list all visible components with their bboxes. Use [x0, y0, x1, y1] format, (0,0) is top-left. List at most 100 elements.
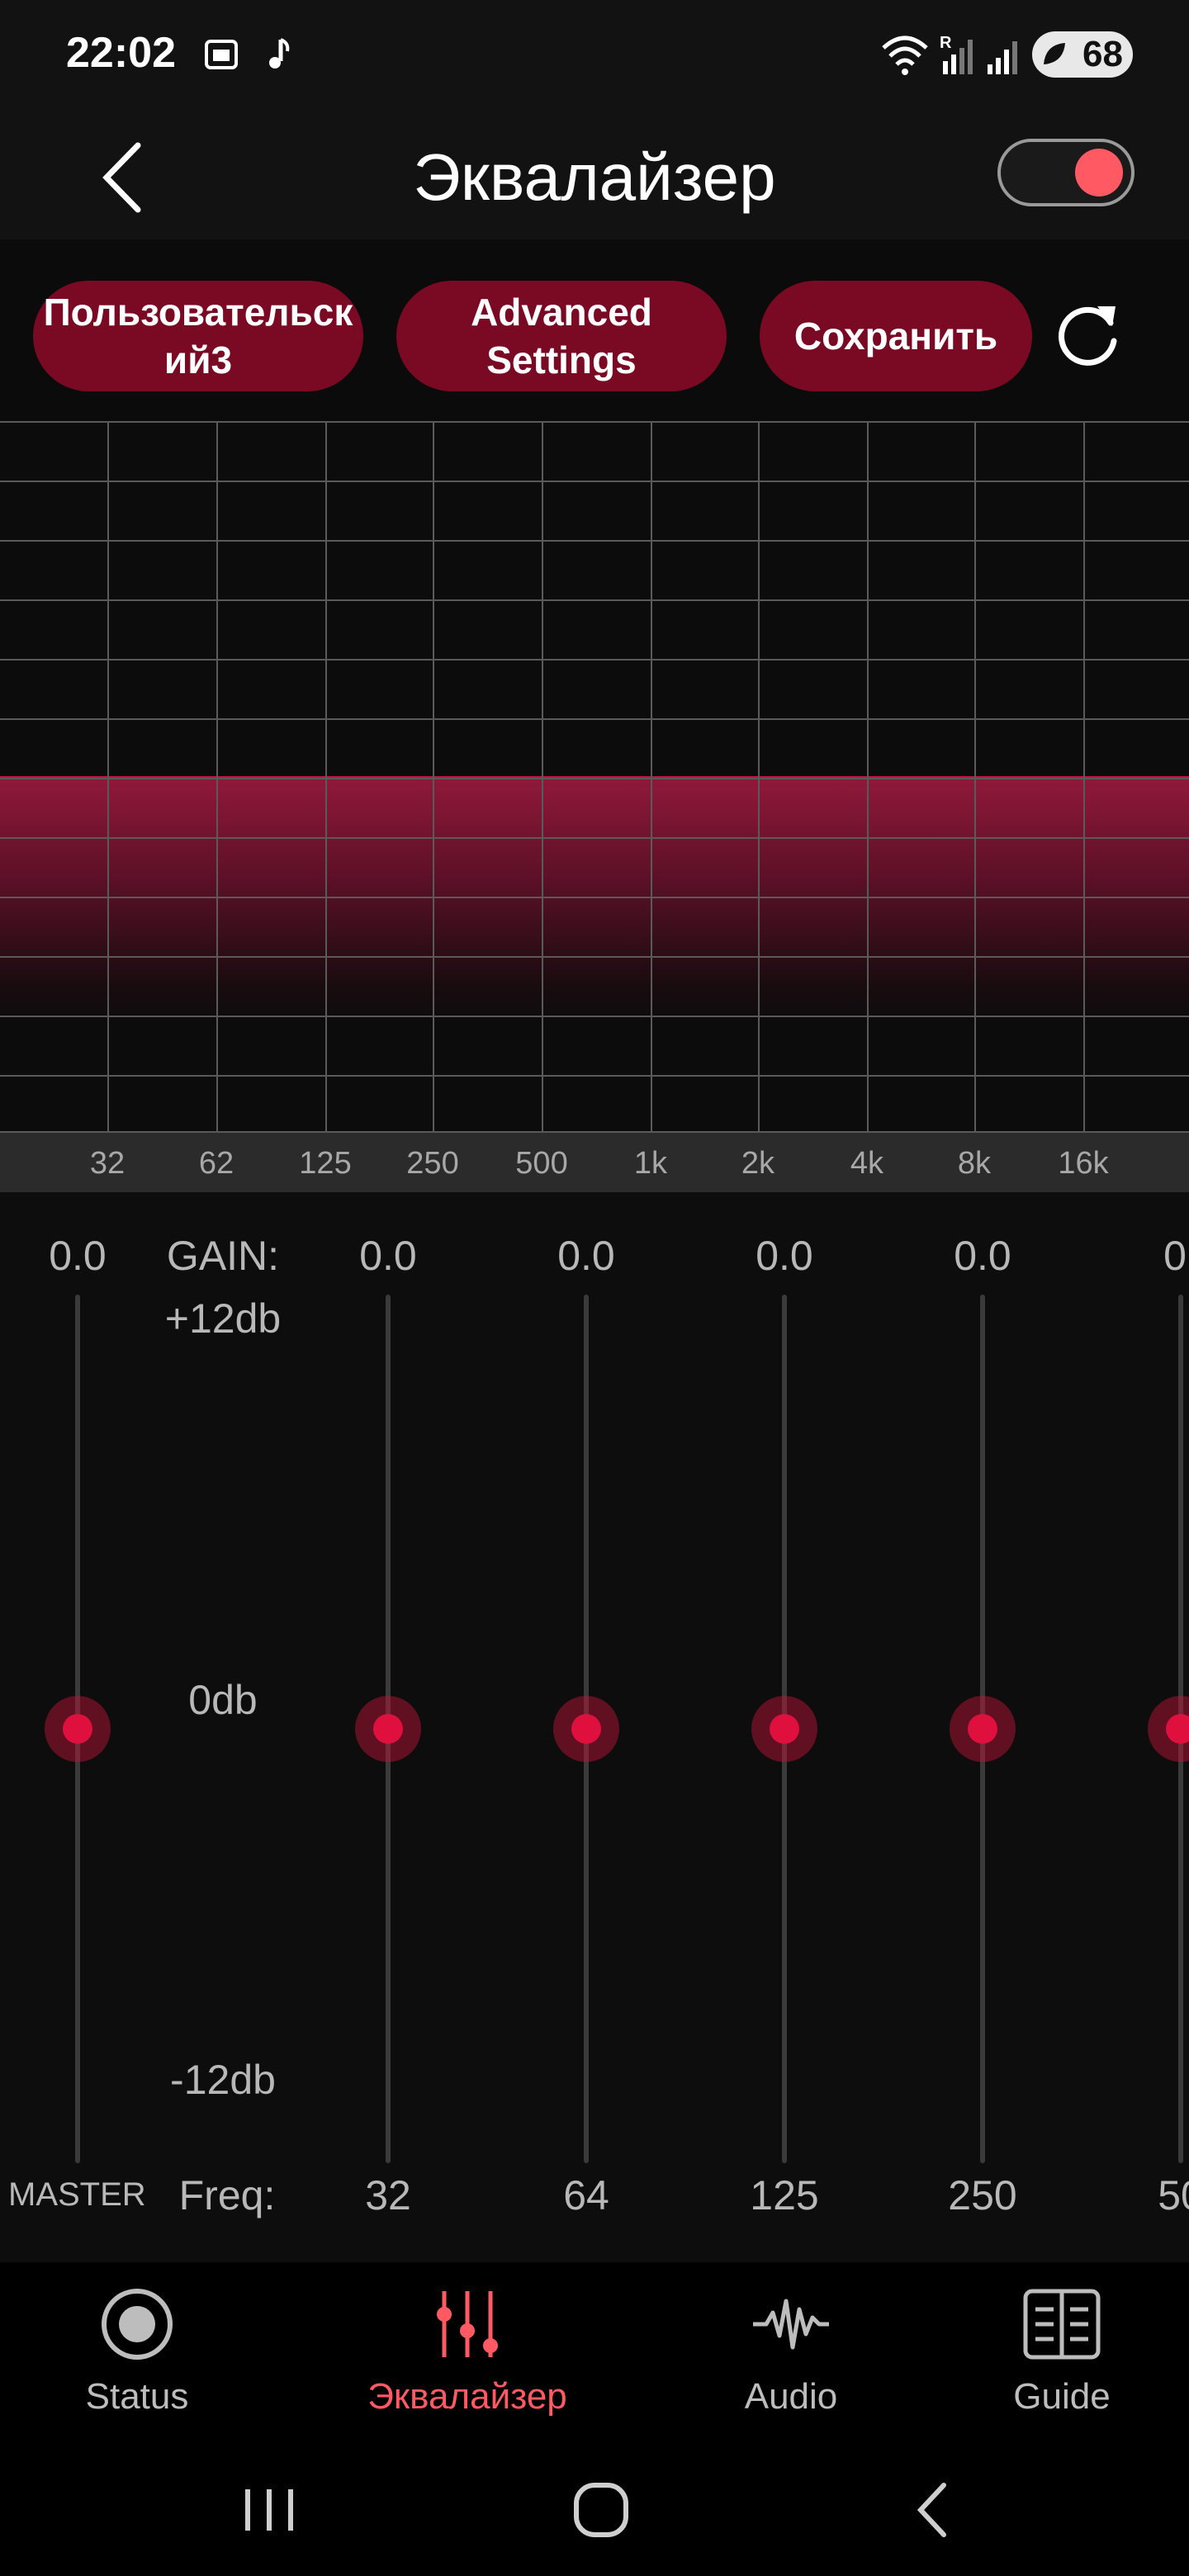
freq-axis-label: 500 — [515, 1146, 568, 1181]
back-icon — [917, 2483, 946, 2537]
grid-vline — [974, 421, 976, 1133]
grid-hline — [0, 659, 1189, 661]
band-slider-thumb[interactable] — [1148, 1696, 1189, 1762]
band-slider-thumb[interactable] — [355, 1696, 421, 1762]
equalizer-toggle[interactable] — [997, 139, 1135, 206]
system-navigation — [0, 2444, 1189, 2576]
band-gain-value: 0.0 — [359, 1233, 417, 1279]
wifi-icon — [880, 31, 930, 82]
freq-label: Freq: — [178, 2172, 276, 2218]
status-icon — [102, 2289, 173, 2360]
recent-apps-icon — [245, 2489, 293, 2531]
save-button[interactable]: Сохранить — [760, 281, 1032, 391]
grid-hline — [0, 778, 1189, 779]
preset-selector-button[interactable]: Пользовательск ий3 — [33, 281, 363, 391]
nav-equalizer[interactable]: Эквалайзер — [352, 2279, 583, 2436]
nav-guide[interactable]: Guide — [946, 2279, 1177, 2436]
eq-curve — [0, 776, 1189, 1024]
grid-hline — [0, 956, 1189, 958]
grid-hline — [0, 421, 1189, 423]
band-gain-value: 0.0 — [49, 1233, 107, 1279]
grid-vline — [867, 421, 869, 1133]
band-slider-thumb[interactable] — [553, 1696, 619, 1762]
gain-max-label: +12db — [164, 1295, 282, 1342]
master-label: MASTER — [8, 2176, 146, 2213]
band-gain-value: 0.0 — [954, 1233, 1011, 1279]
grid-vline — [651, 421, 652, 1133]
band-gain-value: 0.0 — [756, 1233, 813, 1279]
grid-hline — [0, 540, 1189, 542]
grid-hline — [0, 481, 1189, 482]
recent-apps-button[interactable] — [220, 2469, 319, 2551]
advanced-settings-label: Advanced Settings — [471, 291, 652, 381]
freq-axis-label: 62 — [198, 1146, 234, 1181]
grid-hline — [0, 1016, 1189, 1017]
grid-hline — [0, 1075, 1189, 1077]
audio-wave-icon — [753, 2299, 829, 2350]
home-button[interactable] — [552, 2469, 651, 2551]
nav-status-label: Status — [85, 2376, 189, 2417]
gain-label: GAIN: — [166, 1233, 280, 1279]
freq-axis: 32 62 125 250 500 1k 2k 4k 8k 16k — [0, 1133, 1189, 1192]
band-slider-thumb[interactable] — [751, 1696, 817, 1762]
music-note-icon — [263, 35, 296, 78]
nav-status[interactable]: Status — [21, 2279, 253, 2436]
grid-hline — [0, 718, 1189, 720]
band-freq-label: 64 — [563, 2172, 609, 2218]
nav-audio[interactable]: Audio — [675, 2279, 907, 2436]
band-slider-thumb[interactable] — [950, 1696, 1016, 1762]
band-freq-label: 125 — [750, 2172, 819, 2218]
grid-hline — [0, 837, 1189, 839]
guide-book-icon — [1023, 2289, 1101, 2360]
preset-label: Пользовательск ий3 — [43, 291, 353, 381]
nav-guide-label: Guide — [1013, 2376, 1111, 2417]
equalizer-screen: 22:02 R 68 Эквалайзер Пользовательск ий3… — [0, 0, 1189, 2576]
freq-axis-label: 4k — [850, 1146, 884, 1181]
preset-toolbar: Пользовательск ий3 Advanced Settings Сох… — [0, 239, 1189, 421]
equalizer-icon — [437, 2291, 498, 2357]
bottom-navigation: Status Эквалайзер Audio Guide — [0, 2262, 1189, 2444]
system-back-button[interactable] — [883, 2469, 983, 2551]
status-bar: 22:02 R 68 — [0, 0, 1189, 116]
battery-level: 68 — [1082, 34, 1123, 74]
freq-axis-label: 32 — [89, 1146, 126, 1181]
gain-mid-label: 0db — [188, 1677, 258, 1723]
signal-roaming-icon: R — [935, 31, 981, 82]
band-freq-label: 50 — [1158, 2172, 1189, 2218]
gain-sliders: GAIN: +12db 0db -12db MASTER Freq: 0.0 0.… — [0, 1192, 1189, 2262]
eq-response-graph — [0, 421, 1189, 1133]
gallery-icon — [201, 35, 241, 78]
gain-min-label: -12db — [170, 2057, 276, 2103]
freq-axis-label: 8k — [957, 1146, 992, 1181]
grid-vline — [758, 421, 760, 1133]
home-icon — [574, 2483, 628, 2537]
grid-hline — [0, 897, 1189, 898]
advanced-settings-button[interactable]: Advanced Settings — [396, 281, 727, 391]
svg-text:R: R — [940, 34, 952, 52]
band-gain-value: 0. — [1163, 1233, 1189, 1279]
freq-axis-label: 16k — [1058, 1146, 1109, 1181]
band-slider-thumb[interactable] — [45, 1696, 111, 1762]
freq-axis-label: 125 — [299, 1146, 352, 1181]
signal-icon — [984, 31, 1026, 82]
grid-hline — [0, 599, 1189, 601]
refresh-icon — [1059, 306, 1117, 366]
grid-vline — [107, 421, 109, 1133]
freq-axis-label: 1k — [633, 1146, 668, 1181]
grid-vline — [542, 421, 543, 1133]
nav-equalizer-label: Эквалайзер — [367, 2376, 567, 2417]
grid-vline — [433, 421, 434, 1133]
save-label: Сохранить — [793, 315, 998, 358]
nav-audio-label: Audio — [744, 2376, 838, 2417]
status-time: 22:02 — [66, 29, 176, 77]
toggle-knob — [1075, 149, 1123, 197]
grid-vline — [325, 421, 327, 1133]
freq-axis-label: 250 — [406, 1146, 459, 1181]
app-header: Эквалайзер — [0, 116, 1189, 239]
grid-vline — [216, 421, 218, 1133]
reset-button[interactable] — [1042, 289, 1133, 380]
band-freq-label: 250 — [948, 2172, 1017, 2218]
battery-icon: 68 — [1032, 31, 1133, 78]
grid-vline — [1083, 421, 1085, 1133]
band-freq-label: 32 — [365, 2172, 411, 2218]
